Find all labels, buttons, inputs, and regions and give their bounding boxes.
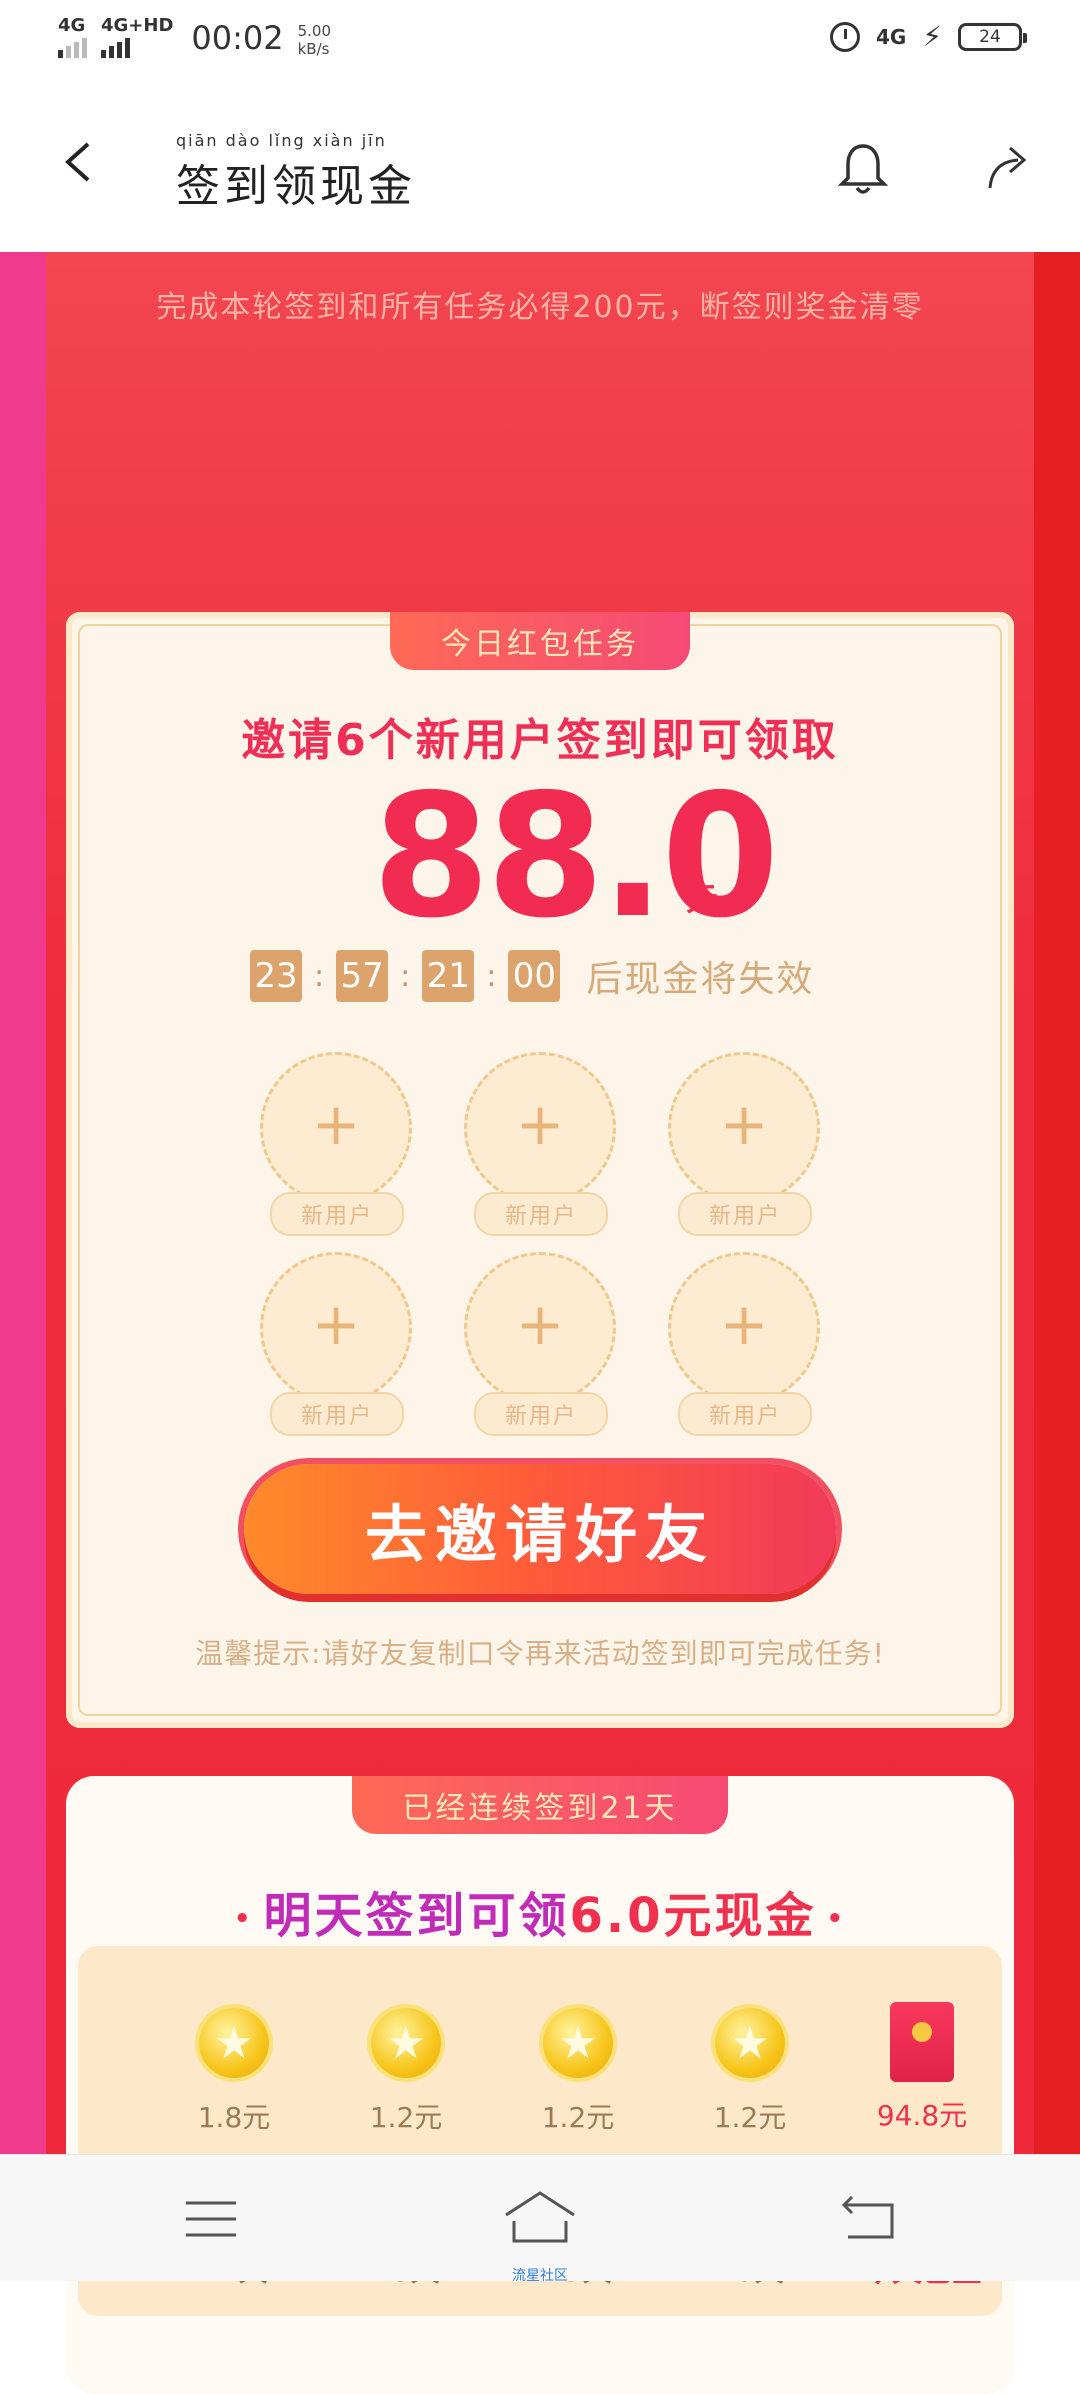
timer-hours: 23 <box>250 950 302 1002</box>
tomorrow-amount: 6.0元现金 <box>569 1888 817 1944</box>
rules-notice: 完成本轮签到和所有任务必得200元，断签则奖金清零 <box>156 290 924 325</box>
timer-seconds: 21 <box>422 950 475 1002</box>
slot-label: 新用户 <box>474 1392 608 1436</box>
invite-slot[interactable]: + 新用户 <box>260 1052 412 1236</box>
timer-centiseconds: 00 <box>508 950 561 1002</box>
page-title-pinyin: qiān dào lǐng xiàn jīn <box>176 131 387 150</box>
right-stripe <box>1034 252 1080 2154</box>
left-stripe <box>0 252 46 2154</box>
checkin-streak-tag: 已经连续签到21天 <box>352 1776 728 1834</box>
plus-icon: + <box>311 1290 361 1358</box>
alarm-icon <box>829 21 860 52</box>
reward-today: 94.8元 <box>862 2002 982 2134</box>
coin-icon: ★ <box>371 2008 441 2078</box>
reward-value: 1.8元 <box>197 2101 271 2134</box>
status-left: 4G 4G+HD 00:02 5.00 kB/s <box>58 16 331 58</box>
task-card: 今日红包任务 邀请6个新用户签到即可领取 88.0 元 23 : 57 : 21… <box>66 612 1014 1728</box>
slot-label: 新用户 <box>270 1392 404 1436</box>
net-speed: 5.00 kB/s <box>298 22 331 58</box>
coin-icon: ★ <box>715 2008 785 2078</box>
invite-slot[interactable]: + 新用户 <box>668 1252 820 1436</box>
plus-icon: + <box>719 1090 769 1158</box>
reward-amount: 88.0 <box>372 758 779 956</box>
reward-value: 1.2元 <box>713 2101 787 2134</box>
tomorrow-reward-line: • 明天签到可领6.0元现金 • <box>66 1876 1014 1946</box>
main-content: 完成本轮签到和所有任务必得200元，断签则奖金清零 今日红包任务 邀请6个新用户… <box>0 252 1080 2394</box>
battery-icon: 24 <box>958 22 1027 51</box>
coin-icon: ★ <box>543 2008 613 2078</box>
tomorrow-pre: 明天签到可领 <box>263 1888 570 1944</box>
decor-dot: • <box>233 1904 254 1934</box>
network-label-1: 4G <box>58 15 86 36</box>
checkin-card: 已经连续签到21天 • 明天签到可领6.0元现金 • ★ 1.8元 ★ 1.2元 ★… <box>66 1776 1014 2394</box>
invite-friends-button[interactable]: 去邀请好友 <box>244 1464 836 1594</box>
plus-icon: + <box>719 1290 769 1358</box>
net-speed-unit: kB/s <box>297 40 330 58</box>
invite-slot[interactable]: + 新用户 <box>668 1052 820 1236</box>
nav-caption: 流星社区 <box>512 2268 568 2284</box>
invite-slot[interactable]: + 新用户 <box>464 1252 616 1436</box>
reward-day-19: ★ 1.2元 <box>518 2008 638 2136</box>
plus-icon: + <box>515 1090 565 1158</box>
invite-slot[interactable]: + 新用户 <box>464 1052 616 1236</box>
network-label-right: 4G <box>875 24 907 49</box>
system-nav-bar: 流星社区 <box>0 2154 1080 2284</box>
bell-icon[interactable] <box>838 140 888 196</box>
signal-bars-icon <box>58 36 87 58</box>
slot-label: 新用户 <box>678 1392 812 1436</box>
app-header: qiān dào lǐng xiàn jīn 签到领现金 <box>0 80 1080 252</box>
invite-slot[interactable]: + 新用户 <box>260 1252 412 1436</box>
signal-2: 4G+HD <box>101 16 173 58</box>
plus-icon: + <box>515 1290 565 1358</box>
share-icon[interactable] <box>986 144 1032 190</box>
slot-label: 新用户 <box>678 1192 812 1236</box>
countdown-timer: 23 : 57 : 21 : 00 后现金将失效 <box>250 950 814 1002</box>
status-bar: 4G 4G+HD 00:02 5.00 kB/s 4G ⚡ 24 <box>0 0 1080 80</box>
reward-value: 1.2元 <box>541 2101 615 2134</box>
reward-day-17: ★ 1.8元 <box>174 2008 294 2136</box>
back-icon[interactable] <box>60 142 100 182</box>
clock: 00:02 <box>191 19 284 57</box>
slot-label: 新用户 <box>474 1192 608 1236</box>
battery-level: 24 <box>979 26 1001 47</box>
timer-minutes: 57 <box>336 950 389 1002</box>
plus-icon: + <box>311 1090 361 1158</box>
timer-sep: : <box>400 958 411 994</box>
reward-day-18: ★ 1.2元 <box>346 2008 466 2136</box>
decor-dot: • <box>826 1904 847 1934</box>
home-icon[interactable] <box>504 2191 576 2243</box>
reward-value: 94.8元 <box>876 2099 968 2132</box>
page-title: qiān dào lǐng xiàn jīn 签到领现金 <box>176 132 416 214</box>
signal-1: 4G <box>58 16 87 58</box>
reward-value: 1.2元 <box>369 2101 443 2134</box>
timer-sep: : <box>314 958 325 994</box>
network-label-2: 4G+HD <box>101 15 174 36</box>
page-title-text: 签到领现金 <box>176 161 416 212</box>
reward-day-20: ★ 1.2元 <box>690 2008 810 2136</box>
coin-icon: ★ <box>199 2008 269 2078</box>
signal-bars-icon <box>101 36 130 58</box>
net-speed-value: 5.00 <box>297 22 332 40</box>
timer-suffix: 后现金将失效 <box>586 959 815 1000</box>
tip-text: 温馨提示:请好友复制口令再来活动签到即可完成任务! <box>195 1637 885 1670</box>
slot-label: 新用户 <box>270 1192 404 1236</box>
charging-icon: ⚡ <box>922 20 942 53</box>
red-envelope-icon <box>890 2002 954 2082</box>
reward-unit: 元 <box>686 880 719 918</box>
timer-sep: : <box>486 958 497 994</box>
back-nav-icon[interactable] <box>842 2195 894 2239</box>
status-right: 4G ⚡ 24 <box>829 20 1027 53</box>
task-card-tag: 今日红包任务 <box>390 612 690 670</box>
menu-icon[interactable] <box>186 2199 236 2239</box>
